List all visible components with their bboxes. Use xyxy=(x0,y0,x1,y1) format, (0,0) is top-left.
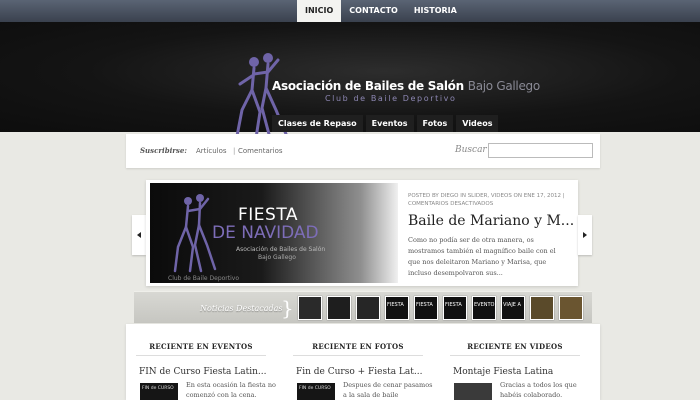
top-nav: INICIO CONTACTO HISTORIA xyxy=(297,0,465,22)
arrow-right-icon xyxy=(583,232,587,238)
top-nav-historia[interactable]: HISTORIA xyxy=(406,0,465,22)
recent-videos-title-link[interactable]: Montaje Fiesta Latina xyxy=(453,367,593,377)
slide-image-title-2: DE NAVIDAD xyxy=(212,223,319,243)
subscribe-label: Suscribirse: xyxy=(140,146,187,155)
divider xyxy=(136,355,266,356)
main-nav-fotos[interactable]: Fotos xyxy=(416,115,454,132)
subscribe-comments-link[interactable]: Comentarios xyxy=(238,147,283,155)
arrow-left-icon xyxy=(137,232,141,238)
slider-next-button[interactable] xyxy=(578,215,592,255)
featured-news-label: Noticias Destacadas xyxy=(200,304,283,313)
recent-events-thumbnail[interactable]: FIN de CURSO xyxy=(140,383,178,400)
featured-thumbnail[interactable] xyxy=(327,296,351,320)
site-title-sub: Bajo Gallego xyxy=(467,79,540,93)
divider xyxy=(293,355,423,356)
featured-thumbnail[interactable]: EVENTO xyxy=(472,296,496,320)
featured-thumbnail-label: FIESTA xyxy=(416,302,433,308)
search-input[interactable] xyxy=(488,143,593,158)
site-title[interactable]: Asociación de Bailes de Salón Bajo Galle… xyxy=(272,79,540,93)
recent-photos-excerpt: Despues de cenar pasamos a la sala de ba… xyxy=(343,381,433,399)
recent-events-thumbnail-text: FIN de CURSO xyxy=(142,386,174,391)
recent-videos-heading: RECIENTE EN VIDEOS xyxy=(467,342,563,351)
slide-image-subtitle-3: Club de Baile Deportivo xyxy=(168,275,240,282)
featured-thumbnail[interactable] xyxy=(559,296,583,320)
recent-videos-excerpt: Gracias a todos los que habéis colaborad… xyxy=(500,381,577,399)
recent-videos-thumbnail[interactable] xyxy=(454,383,492,400)
featured-thumbnail[interactable] xyxy=(530,296,554,320)
subscribe-bar: Suscribirse: Artículos | Comentarios Bus… xyxy=(126,134,600,168)
site-tagline: Club de Baile Deportivo xyxy=(325,94,457,103)
subscribe-articles-link[interactable]: Artículos xyxy=(196,147,227,155)
recent-events-heading: RECIENTE EN EVENTOS xyxy=(149,342,253,351)
slide-image-subtitle-2: Bajo Gallego xyxy=(258,254,296,261)
main-nav: Clases de Repaso Eventos Fotos Videos xyxy=(272,115,499,132)
divider xyxy=(450,355,580,356)
post-title-link[interactable]: Baile de Mariano y M... xyxy=(408,213,574,229)
recent-photos-thumbnail-text: FIN de CURSO xyxy=(299,386,331,391)
featured-thumbnail-label: FIESTA xyxy=(387,302,404,308)
recent-photos-title-link[interactable]: Fin de Curso + Fiesta Lat... xyxy=(296,367,436,377)
featured-thumbnail-label: VIAJE A xyxy=(503,302,521,308)
slide-image-title-1: FIESTA xyxy=(238,205,299,225)
recent-columns: RECIENTE EN EVENTOS FIN de Curso Fiesta … xyxy=(126,324,600,400)
top-nav-contacto[interactable]: CONTACTO xyxy=(341,0,406,22)
featured-slider: FIESTA DE NAVIDAD Asociación de Bailes d… xyxy=(146,180,578,286)
site-title-main: Asociación de Bailes de Salón xyxy=(272,79,464,93)
featured-news-strip: Noticias Destacadas } FIESTA FIESTA FIESTA… xyxy=(134,291,592,323)
brace-divider-icon: } xyxy=(281,296,294,320)
main-nav-eventos[interactable]: Eventos xyxy=(365,115,414,132)
featured-thumbnail[interactable]: VIAJE A xyxy=(501,296,525,320)
featured-thumbnail[interactable]: FIESTA xyxy=(443,296,467,320)
recent-photos-thumbnail[interactable]: FIN de CURSO xyxy=(297,383,335,400)
featured-thumbnail-label: FIESTA xyxy=(445,302,462,308)
top-nav-inicio[interactable]: INICIO xyxy=(297,0,342,22)
featured-thumbnail[interactable] xyxy=(356,296,380,320)
subscribe-separator: | xyxy=(233,147,236,155)
featured-thumbnail[interactable]: FIESTA xyxy=(414,296,438,320)
recent-events-excerpt: En esta ocasión la fiesta no comenzó con… xyxy=(186,381,276,399)
post-excerpt: Como no podía ser de otra manera, os mos… xyxy=(408,236,556,277)
main-nav-videos[interactable]: Videos xyxy=(456,115,499,132)
recent-events-title-link[interactable]: FIN de Curso Fiesta Latin... xyxy=(139,367,279,377)
featured-thumbnail[interactable] xyxy=(298,296,322,320)
slider-prev-button[interactable] xyxy=(132,215,146,255)
slide-image[interactable]: FIESTA DE NAVIDAD Asociación de Bailes d… xyxy=(150,183,398,283)
main-nav-clases[interactable]: Clases de Repaso xyxy=(272,115,363,132)
featured-thumbnail-label: EVENTO xyxy=(474,302,495,308)
search-label: Buscar xyxy=(455,145,487,155)
featured-thumbnail[interactable]: FIESTA xyxy=(385,296,409,320)
recent-photos-heading: RECIENTE EN FOTOS xyxy=(312,342,404,351)
post-meta: POSTED BY DIEGO IN SLIDER, VIDEOS ON ENE… xyxy=(408,193,565,207)
slide-image-subtitle-1: Asociación de Bailes de Salón xyxy=(236,246,326,253)
